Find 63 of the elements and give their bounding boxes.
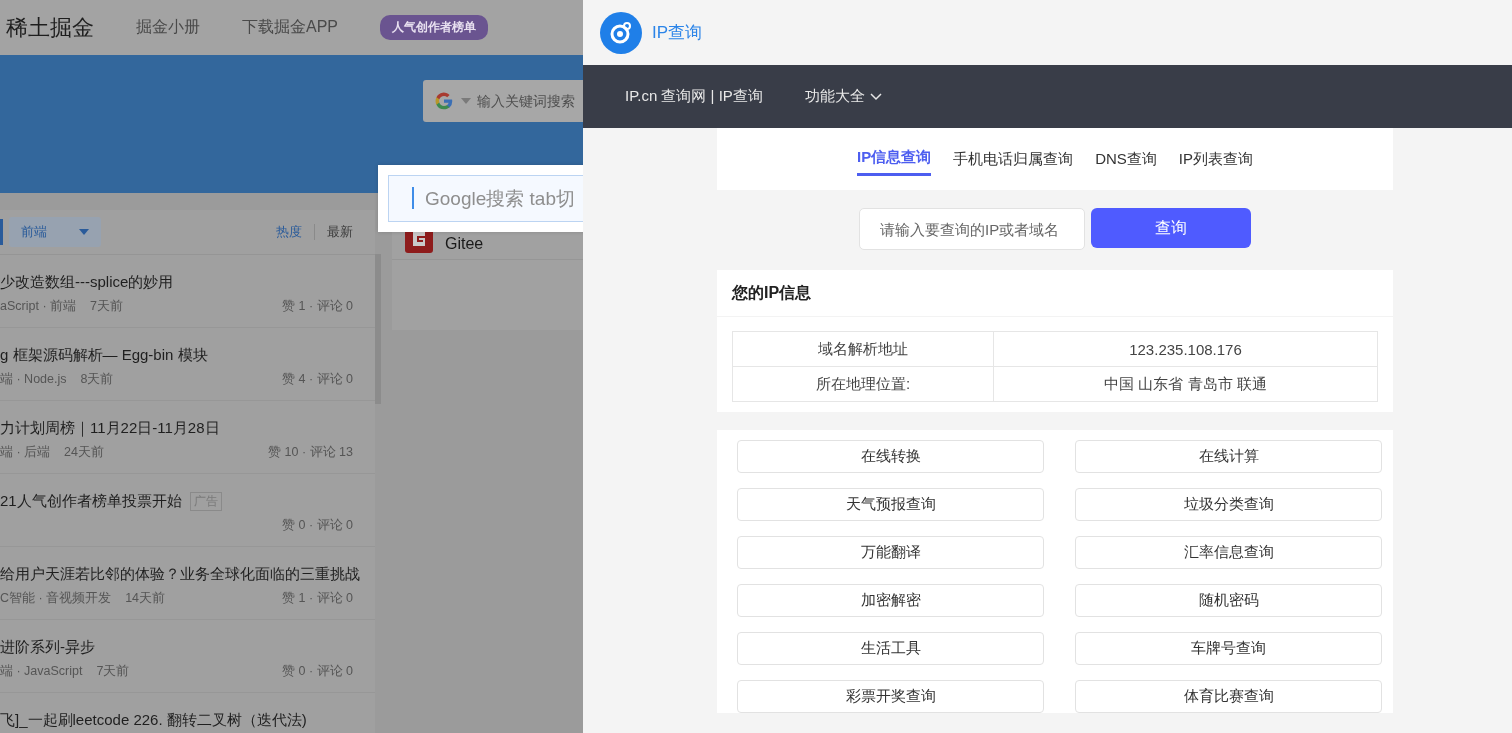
article-stats: 赞 4 · 评论 0 [282,371,353,388]
article-time: 14天前 [125,590,166,607]
tool-button[interactable]: 在线计算 [1075,440,1382,473]
table-cell: 123.235.108.176 [993,331,1378,367]
article-title[interactable]: 少改造数组---splice的妙用 [0,273,174,292]
caret-icon [79,229,89,235]
table-cell: 所在地理位置: [732,366,994,402]
table-cell: 域名解析地址 [732,331,994,367]
tool-button[interactable]: 生活工具 [737,632,1044,665]
nav-link[interactable]: 下载掘金APP [242,17,338,38]
site-logo[interactable]: 稀土掘金 [6,12,94,43]
tool-button[interactable]: 体育比赛查询 [1075,680,1382,713]
card-title: Gitee [445,235,484,253]
banner-badge[interactable]: 人气创作者榜单 [380,15,488,40]
tool-button[interactable]: 在线转换 [737,440,1044,473]
article-title[interactable]: g 框架源码解析— Egg-bin 模块 [0,346,208,365]
article-stats: 赞 10 · 评论 13 [268,444,353,461]
article-title[interactable]: 力计划周榜｜11月22日-11月28日 [0,419,220,438]
tool-button[interactable]: 车牌号查询 [1075,632,1382,665]
app-title: IP查询 [652,22,703,44]
search-field[interactable]: 输入关键词搜索 [477,93,575,109]
article-title[interactable]: 21人气创作者榜单投票开始 [0,492,182,511]
article-tags: 端 · 后端 [0,444,51,461]
query-tab[interactable]: IP信息查询 [856,142,932,176]
active-tab-indicator [0,219,3,245]
sort-tab[interactable]: 最新 [327,223,353,241]
google-g-icon [433,90,455,112]
tool-button[interactable]: 垃圾分类查询 [1075,488,1382,521]
table-cell: 中国 山东省 青岛市 联通 [993,366,1378,402]
card-title: 您的IP信息 [717,270,1393,317]
query-tab[interactable]: 手机电话归属查询 [953,143,1074,175]
article-tags: 端 · Node.js [0,371,67,388]
nav-link[interactable]: IP.cn 查询网 | IP查询 [625,87,763,106]
article-time: 7天前 [90,298,123,315]
tool-button[interactable]: 天气预报查询 [737,488,1044,521]
nav-menu[interactable]: 功能大全 [804,87,882,106]
article-stats: 赞 1 · 评论 0 [282,298,353,315]
article-stats: 赞 0 · 评论 0 [282,663,353,680]
tool-button[interactable]: 加密解密 [737,584,1044,617]
article-tags: C智能 · 音视频开发 [0,590,112,607]
chevron-down-icon [869,92,882,101]
query-tab[interactable]: DNS查询 [1095,143,1157,175]
tool-button[interactable]: 随机密码 [1075,584,1382,617]
article-time: 7天前 [96,663,130,680]
article-time: 24天前 [64,444,104,461]
tool-button[interactable]: 万能翻译 [737,536,1044,569]
query-button[interactable]: 查询 [1091,208,1251,248]
tool-button[interactable]: 彩票开奖查询 [737,680,1044,713]
article-tags: aScript · 前端 [0,298,76,315]
article-stats: 赞 1 · 评论 0 [282,590,353,607]
caret-icon [461,98,471,104]
article-title[interactable]: 进阶系列-异步 [0,638,95,657]
article-title[interactable]: 给用户天涯若比邻的体验？业务全球化面临的三重挑战 [0,565,360,584]
article-stats: 赞 0 · 评论 0 [282,517,353,534]
nav-link[interactable]: 掘金小册 [136,17,200,38]
tool-button[interactable]: 汇率信息查询 [1075,536,1382,569]
location-pin-logo-icon [600,11,642,54]
article-title[interactable]: 飞]_一起刷leetcode 226. 翻转二叉树（迭代法) [0,711,307,730]
article-tags: 端 · JavaScript [0,663,83,680]
article-time: 8天前 [80,371,114,388]
search-input-field[interactable]: Google搜索 tab切 [388,175,583,222]
ip-input-field[interactable]: 请输入要查询的IP或者域名 [859,208,1085,250]
query-tab[interactable]: IP列表查询 [1178,143,1253,175]
